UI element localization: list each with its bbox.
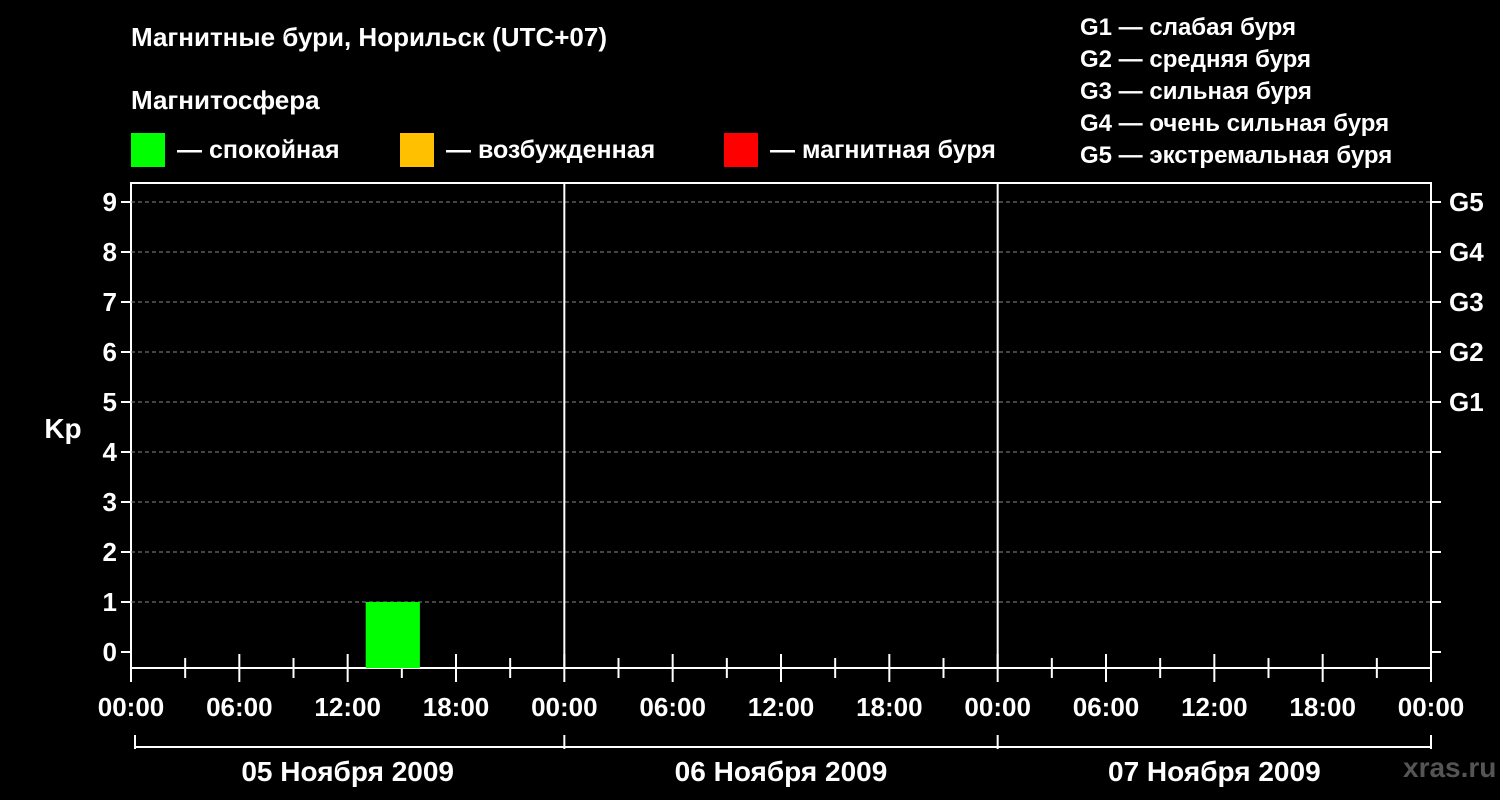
g-axis-label: G1 bbox=[1449, 387, 1484, 417]
kp-chart: 0 1 2 3 4 5 6 7 8 9 G1 G2 G3 G4 G5 Kp 00:00 06:00 12:00 18:… bbox=[44, 182, 1484, 787]
g-axis-label: G3 bbox=[1449, 287, 1484, 317]
x-tick-label: 06:00 bbox=[206, 692, 273, 722]
y-tick-label: 8 bbox=[103, 237, 117, 267]
y-tick-label: 1 bbox=[103, 587, 117, 617]
y-tick-label: 3 bbox=[103, 487, 117, 517]
kp-bar bbox=[365, 602, 420, 668]
y-axis-label: Kp bbox=[44, 413, 81, 444]
x-tick-label: 12:00 bbox=[1181, 692, 1248, 722]
g-axis-label: G2 bbox=[1449, 337, 1484, 367]
x-tick-label: 00:00 bbox=[531, 692, 598, 722]
watermark: xras.ru bbox=[1403, 752, 1497, 783]
x-tick-label: 18:00 bbox=[1289, 692, 1356, 722]
date-label: 06 Ноября 2009 bbox=[675, 756, 888, 787]
x-tick-label: 18:00 bbox=[423, 692, 490, 722]
date-label: 07 Ноября 2009 bbox=[1108, 756, 1321, 787]
date-label: 05 Ноября 2009 bbox=[241, 756, 454, 787]
x-tick-label: 06:00 bbox=[1073, 692, 1140, 722]
x-tick-label: 18:00 bbox=[856, 692, 923, 722]
x-tick-label: 06:00 bbox=[639, 692, 706, 722]
y-tick-label: 4 bbox=[103, 437, 118, 467]
y-tick-label: 0 bbox=[103, 637, 117, 667]
y-tick-label: 2 bbox=[103, 537, 117, 567]
plot-frame bbox=[130, 182, 1432, 669]
g-axis-label: G4 bbox=[1449, 237, 1484, 267]
y-tick-label: 9 bbox=[103, 187, 117, 217]
g-axis-label: G5 bbox=[1449, 187, 1484, 217]
x-tick-label: 00:00 bbox=[964, 692, 1031, 722]
y-tick-label: 5 bbox=[103, 387, 117, 417]
y-tick-label: 7 bbox=[103, 287, 117, 317]
y-tick-label: 6 bbox=[103, 337, 117, 367]
x-tick-label: 00:00 bbox=[98, 692, 165, 722]
x-tick-label: 12:00 bbox=[748, 692, 815, 722]
x-tick-label: 00:00 bbox=[1398, 692, 1465, 722]
x-tick-label: 12:00 bbox=[314, 692, 381, 722]
